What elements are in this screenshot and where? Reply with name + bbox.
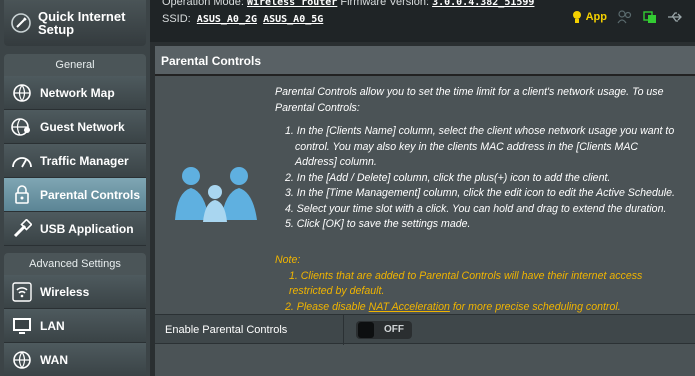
op-mode-label: Operation Mode: — [162, 0, 244, 8]
sidebar-item-parental-controls[interactable]: Parental Controls — [4, 178, 146, 212]
note-block: Note: 1. Clients that are added to Paren… — [275, 253, 675, 315]
op-mode-link[interactable]: Wireless router — [247, 0, 337, 8]
enable-parental-controls-row: Enable Parental Controls OFF — [155, 314, 695, 345]
list-item: 2. In the [Add / Delete] column, click t… — [285, 171, 611, 184]
description-text: Parental Controls allow you to set the t… — [275, 86, 664, 114]
nat-acceleration-link[interactable]: NAT Acceleration — [369, 301, 450, 313]
setup-wand-icon — [4, 12, 38, 34]
enable-parental-controls-toggle[interactable]: OFF — [356, 321, 412, 339]
general-heading: General — [4, 54, 146, 76]
sidebar-item-network-map[interactable]: Network Map — [4, 76, 146, 110]
firmware-link[interactable]: 3.0.0.4.382_51599 — [432, 0, 534, 8]
ssid-2g-link[interactable]: ASUS_A0_2G — [197, 14, 257, 25]
row-divider — [343, 315, 344, 345]
list-item: 4. Select your time slot with a click. Y… — [285, 202, 667, 215]
usb-icon — [4, 218, 40, 239]
ssid-5g-link[interactable]: ASUS_A0_5G — [263, 14, 323, 25]
sidebar-item-label: LAN — [40, 318, 65, 333]
quick-setup-label: Quick Internet Setup — [38, 9, 126, 37]
sidebar-item-label: Wireless — [40, 284, 90, 299]
header-status-icons: App — [572, 10, 683, 24]
globe-icon — [4, 83, 40, 103]
sidebar-item-lan[interactable]: LAN — [4, 309, 146, 343]
app-status[interactable]: App — [572, 10, 607, 24]
network-status-icon[interactable] — [643, 10, 657, 24]
sidebar-item-label: Network Map — [40, 85, 115, 100]
lightbulb-icon — [572, 11, 581, 23]
sidebar-item-usb-application[interactable]: USB Application — [4, 212, 146, 246]
wifi-icon — [4, 281, 40, 302]
app-label: App — [585, 11, 607, 23]
sidebar: Quick Internet Setup General Network Map… — [0, 0, 150, 376]
firmware-label: Firmware Version: — [340, 0, 430, 8]
router-admin-window: Operation Mode: Wireless router Firmware… — [0, 0, 695, 376]
quick-internet-setup-button[interactable]: Quick Internet Setup — [4, 0, 146, 46]
enable-parental-controls-label: Enable Parental Controls — [165, 324, 288, 336]
sidebar-item-guest-network[interactable]: Guest Network — [4, 110, 146, 144]
note-item-2: 2. Please disable NAT Acceleration for m… — [275, 300, 675, 316]
guest-globe-icon — [4, 117, 40, 137]
monitor-icon — [4, 316, 40, 336]
title-divider — [155, 74, 695, 76]
sidebar-item-traffic-manager[interactable]: Traffic Manager — [4, 144, 146, 178]
note-2-prefix: 2. Please disable — [285, 300, 369, 313]
sidebar-item-label: WAN — [40, 352, 68, 367]
advanced-settings-heading: Advanced Settings — [4, 253, 146, 275]
note-item-1: 1. Clients that are added to Parental Co… — [289, 269, 643, 298]
gauge-icon — [4, 152, 40, 170]
sidebar-item-label: Guest Network — [40, 119, 125, 134]
instruction-steps: 1. In the [Clients Name] column, select … — [285, 124, 675, 233]
note-2-suffix: for more precise scheduling control. — [449, 300, 621, 313]
main-panel: Parental Controls Parental Controls allo… — [155, 46, 695, 376]
sidebar-item-wan[interactable]: WAN — [4, 343, 146, 376]
family-illustration-icon — [175, 167, 257, 222]
globe-icon — [4, 350, 40, 370]
ssid-line: SSID: ASUS_A0_2G ASUS_A0_5G — [162, 13, 323, 25]
page-title: Parental Controls — [155, 46, 695, 74]
users-icon[interactable] — [617, 10, 633, 24]
toggle-state-label: OFF — [384, 324, 404, 335]
list-item: 1. In the [Clients Name] column, select … — [285, 125, 675, 168]
top-header: Operation Mode: Wireless router Firmware… — [150, 0, 695, 42]
sidebar-item-label: Traffic Manager — [40, 153, 129, 168]
sidebar-item-label: Parental Controls — [40, 187, 141, 202]
operation-mode-line: Operation Mode: Wireless router Firmware… — [162, 0, 534, 8]
usb-status-icon[interactable] — [667, 10, 683, 24]
sidebar-item-label: USB Application — [40, 221, 134, 236]
sidebar-item-wireless[interactable]: Wireless — [4, 275, 146, 309]
list-item: 3. In the [Time Management] column, clic… — [285, 187, 675, 199]
toggle-knob — [358, 322, 374, 338]
lock-icon — [4, 184, 40, 205]
note-title: Note: — [275, 254, 301, 266]
ssid-label: SSID: — [162, 13, 191, 25]
list-item: 5. Click [OK] to save the settings made. — [285, 218, 471, 230]
